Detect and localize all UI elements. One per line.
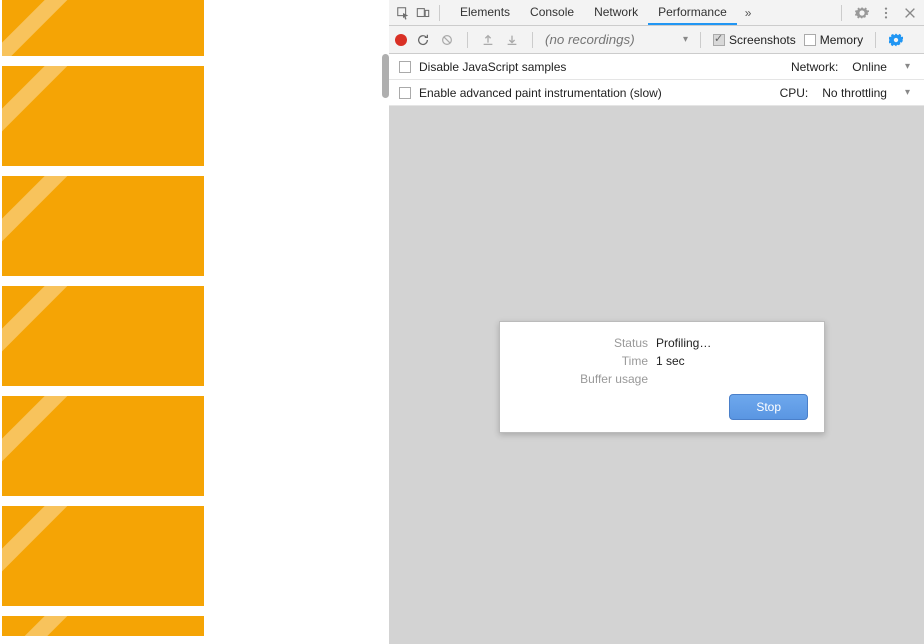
stop-button[interactable]: Stop	[729, 394, 808, 420]
capture-options: Disable JavaScript samples Network: Onli…	[389, 54, 924, 106]
inspect-icon[interactable]	[395, 5, 411, 21]
disable-js-label: Disable JavaScript samples	[419, 60, 783, 74]
chevron-down-icon[interactable]: ▾	[683, 34, 688, 45]
status-label: Status	[516, 336, 656, 350]
divider	[875, 32, 876, 48]
capture-settings-icon[interactable]	[888, 32, 904, 48]
download-icon[interactable]	[504, 32, 520, 48]
status-value: Profiling…	[656, 336, 711, 350]
card	[2, 286, 204, 386]
screenshots-label: Screenshots	[729, 33, 796, 47]
card	[2, 0, 204, 56]
buffer-label: Buffer usage	[516, 372, 656, 386]
cpu-label: CPU:	[780, 86, 809, 100]
reload-icon[interactable]	[415, 32, 431, 48]
tab-overflow[interactable]: »	[737, 0, 760, 25]
profiling-dialog: Status Profiling… Time 1 sec Buffer usag…	[499, 321, 825, 433]
cpu-select[interactable]: No throttling	[822, 86, 893, 100]
upload-icon[interactable]	[480, 32, 496, 48]
network-select[interactable]: Online	[852, 60, 893, 74]
dialog-row-time: Time 1 sec	[516, 354, 808, 368]
enable-paint-label: Enable advanced paint instrumentation (s…	[419, 86, 772, 100]
devtools-panel: Elements Console Network Performance »	[389, 0, 924, 644]
time-label: Time	[516, 354, 656, 368]
tab-console[interactable]: Console	[520, 0, 584, 25]
screenshots-checkbox[interactable]: Screenshots	[713, 33, 796, 47]
scrollbar-thumb[interactable]	[382, 54, 389, 98]
tabbar-right-icons	[837, 5, 924, 21]
memory-checkbox[interactable]: Memory	[804, 33, 863, 47]
option-row-enable-paint: Enable advanced paint instrumentation (s…	[389, 80, 924, 106]
chevron-down-icon[interactable]: ▾	[901, 87, 914, 98]
checkbox-icon[interactable]	[399, 87, 411, 99]
divider	[532, 32, 533, 48]
devtools-tabbar: Elements Console Network Performance »	[389, 0, 924, 26]
tabbar-tabs: Elements Console Network Performance »	[450, 0, 759, 25]
card	[2, 616, 204, 636]
time-value: 1 sec	[656, 354, 685, 368]
tab-network[interactable]: Network	[584, 0, 648, 25]
tab-performance[interactable]: Performance	[648, 0, 737, 25]
divider	[841, 5, 842, 21]
checkbox-icon	[713, 34, 725, 46]
card	[2, 506, 204, 606]
chevron-down-icon[interactable]: ▾	[901, 61, 914, 72]
record-button[interactable]	[395, 34, 407, 46]
card	[2, 396, 204, 496]
close-icon[interactable]	[902, 5, 918, 21]
device-toggle-icon[interactable]	[415, 5, 431, 21]
tabbar-left-icons	[389, 5, 444, 21]
divider	[439, 5, 440, 21]
divider	[700, 32, 701, 48]
performance-toolbar: ▾ Screenshots Memory	[389, 26, 924, 54]
network-label: Network:	[791, 60, 838, 74]
recordings-select[interactable]	[545, 32, 675, 47]
option-row-disable-js: Disable JavaScript samples Network: Onli…	[389, 54, 924, 80]
divider	[467, 32, 468, 48]
dialog-row-status: Status Profiling…	[516, 336, 808, 350]
kebab-menu-icon[interactable]	[878, 5, 894, 21]
page-content	[0, 0, 389, 644]
card	[2, 66, 204, 166]
timeline-area: Status Profiling… Time 1 sec Buffer usag…	[389, 106, 924, 644]
memory-label: Memory	[820, 33, 863, 47]
dialog-row-buffer: Buffer usage	[516, 372, 808, 386]
clear-icon[interactable]	[439, 32, 455, 48]
settings-icon[interactable]	[854, 5, 870, 21]
tab-elements[interactable]: Elements	[450, 0, 520, 25]
dialog-buttons: Stop	[516, 394, 808, 420]
card	[2, 176, 204, 276]
checkbox-icon[interactable]	[399, 61, 411, 73]
checkbox-icon	[804, 34, 816, 46]
